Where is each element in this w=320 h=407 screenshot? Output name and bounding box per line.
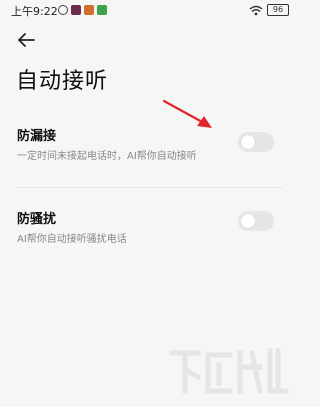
setting-row-harassment[interactable]: 防骚扰 AI帮你自动接听骚扰电话 [0, 202, 299, 248]
back-button[interactable] [14, 28, 38, 52]
mute-icon [58, 5, 68, 15]
wifi-icon [249, 5, 263, 15]
app-notification-icon [71, 5, 81, 15]
setting-title: 防骚扰 [17, 212, 57, 227]
toggle-knob [241, 135, 255, 149]
toggle-switch[interactable] [238, 132, 274, 152]
divider [17, 187, 282, 188]
status-bar: 上午9:22 96 [0, 0, 299, 22]
battery-icon: 96 [267, 4, 289, 16]
status-time: 上午9:22 [11, 5, 58, 18]
page-title: 自动接听 [16, 69, 109, 94]
toggle-knob [241, 214, 255, 228]
setting-subtitle: 一定时间未接起电话时，AI帮你自动接听 [17, 151, 197, 162]
setting-subtitle: AI帮你自动接听骚扰电话 [17, 234, 127, 245]
toggle-switch[interactable] [238, 211, 274, 231]
annotation-arrow-icon [162, 99, 212, 128]
watermark-logo [169, 348, 289, 394]
setting-title: 防漏接 [17, 129, 57, 144]
status-right: 96 [249, 4, 289, 16]
setting-row-missed-call[interactable]: 防漏接 一定时间未接起电话时，AI帮你自动接听 [0, 118, 299, 168]
arrow-left-icon [18, 33, 35, 47]
app-notification-icon [84, 5, 94, 15]
app-notification-icon [97, 5, 107, 15]
